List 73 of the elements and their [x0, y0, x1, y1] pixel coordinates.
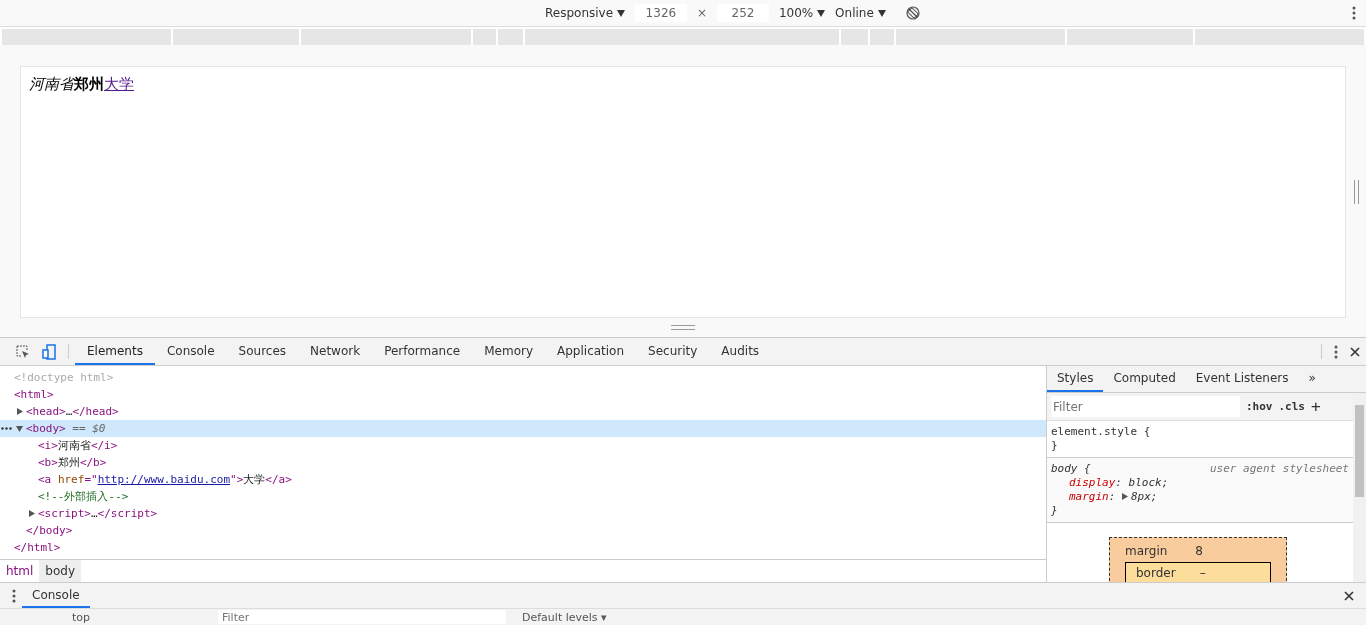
expand-triangle-icon[interactable] [1122, 493, 1128, 501]
devtools-tab[interactable]: Application [545, 338, 637, 366]
inspect-icon[interactable] [16, 344, 30, 359]
breadcrumb[interactable]: html [0, 560, 40, 583]
more-tabs-button[interactable]: » [1298, 366, 1326, 393]
rule-selector: element.style { [1051, 425, 1151, 440]
css-property: display [1069, 476, 1116, 490]
caret-icon [817, 9, 826, 17]
new-rule-button[interactable]: + [1311, 397, 1321, 417]
dom-node[interactable]: <!--外部插入--> [0, 488, 1046, 506]
dom-node[interactable]: <a href="http://www.baidu.com">大学</a> [0, 471, 1046, 489]
context-dropdown[interactable]: top [72, 610, 202, 624]
more-icon[interactable] [1352, 5, 1356, 20]
margin-label: margin [1125, 544, 1168, 559]
rule-selector: body { [1051, 462, 1091, 477]
page-text: 河南省郑州大学 [29, 74, 134, 93]
times-sign: × [696, 5, 707, 20]
disclosure-triangle-icon[interactable] [16, 408, 23, 416]
breadcrumb[interactable]: body [39, 560, 82, 583]
resize-handle[interactable] [671, 324, 695, 330]
more-icon[interactable] [12, 588, 16, 603]
border-label: border [1136, 566, 1176, 583]
cls-button[interactable]: .cls [1278, 400, 1305, 414]
console-filter-field[interactable]: Filter [218, 610, 506, 625]
close-icon[interactable] [1344, 590, 1354, 601]
devtools-tab[interactable]: Sources [226, 338, 299, 366]
dom-node[interactable]: <b>郑州</b> [0, 454, 1046, 472]
scrollbar[interactable] [1353, 393, 1366, 583]
dom-node[interactable]: <head>…</head> [0, 403, 1046, 421]
colon: : [1115, 476, 1122, 490]
devtools-tab[interactable]: Security [636, 338, 710, 366]
page-link[interactable]: 大学 [104, 74, 134, 93]
ellipsis-icon[interactable] [1, 427, 12, 431]
devtools-tab[interactable]: Network [298, 338, 373, 366]
filter-field[interactable]: Filter [1051, 396, 1240, 418]
levels-dropdown[interactable]: Default levels ▾ [522, 610, 607, 624]
dom-node[interactable]: <script>…</script> [0, 505, 1046, 523]
border-value: – [1199, 566, 1206, 583]
network-dropdown[interactable]: Online [835, 5, 886, 20]
dom-node[interactable]: </html> [0, 539, 1046, 557]
colon: : [1108, 490, 1116, 504]
height-field[interactable]: 252 [716, 3, 769, 22]
device-icon[interactable] [42, 343, 56, 360]
disclosure-triangle-icon[interactable] [28, 510, 35, 518]
rule-close: } [1051, 504, 1059, 519]
device-dropdown[interactable]: Responsive [545, 5, 625, 20]
rule-close: } [1051, 439, 1059, 454]
rotate-icon[interactable] [905, 5, 920, 20]
margin-value: 8 [1195, 544, 1203, 559]
devtools-tab[interactable]: Audits [709, 338, 772, 366]
devtools-tab[interactable]: Performance [372, 338, 473, 366]
more-icon[interactable] [1334, 344, 1338, 359]
dom-node[interactable]: <html> [0, 386, 1046, 404]
dom-node[interactable]: </body> [0, 522, 1046, 540]
rule-source: user agent stylesheet [1209, 462, 1349, 477]
sidebar-tab[interactable]: Computed [1103, 366, 1186, 393]
sidebar-tab[interactable]: Event Listeners [1185, 366, 1299, 393]
dom-node[interactable]: <i>河南省</i> [0, 437, 1046, 455]
caret-icon [616, 9, 625, 17]
resize-handle[interactable] [1354, 179, 1359, 204]
css-property: margin [1069, 490, 1109, 504]
dom-node[interactable]: <body> == $0 [0, 420, 1046, 438]
zoom-dropdown[interactable]: 100% [778, 5, 826, 20]
disclosure-triangle-icon[interactable] [16, 425, 23, 433]
css-value: block; [1128, 476, 1169, 490]
width-field[interactable]: 1326 [634, 3, 687, 22]
devtools-tab[interactable]: Elements [75, 338, 155, 366]
devtools-tab[interactable]: Memory [472, 338, 545, 366]
hov-button[interactable]: :hov [1246, 400, 1273, 414]
caret-icon [877, 9, 886, 17]
close-icon[interactable] [1350, 346, 1360, 357]
devtools-tab[interactable]: Console [154, 338, 227, 366]
css-value: 8px; [1131, 490, 1158, 504]
